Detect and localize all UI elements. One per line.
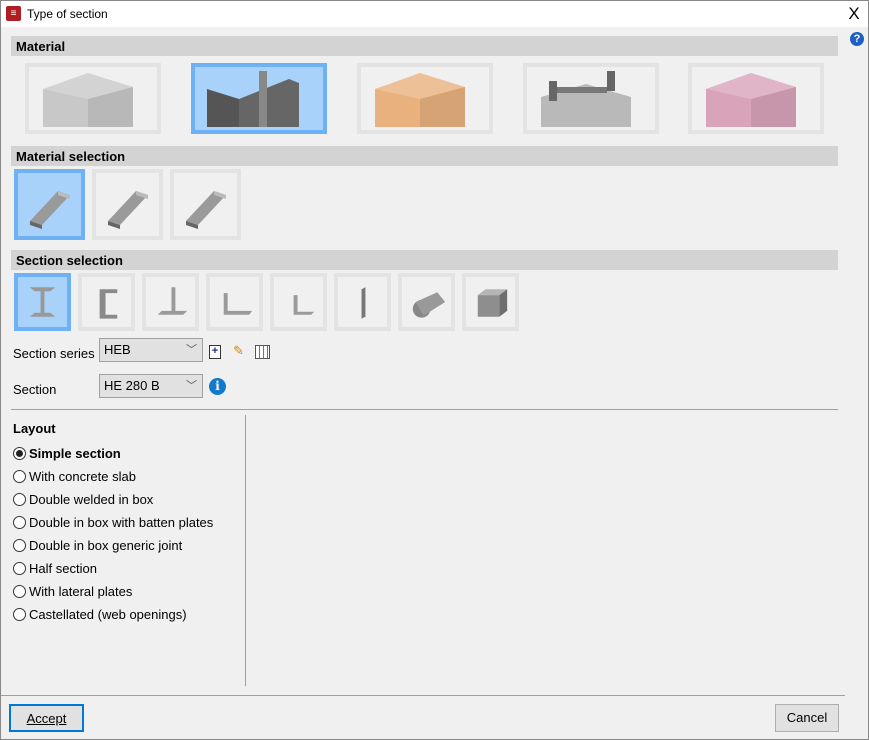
divider xyxy=(11,409,838,410)
concrete-material-icon xyxy=(33,69,153,130)
title-bar xyxy=(1,1,868,27)
section-tee-tile[interactable] xyxy=(142,273,199,331)
layout-option-label: Double in box generic joint xyxy=(29,538,183,553)
radio-button[interactable] xyxy=(13,562,26,575)
layout-option-label: With concrete slab xyxy=(29,469,136,484)
layout-option[interactable]: With lateral plates xyxy=(13,580,213,603)
layout-option[interactable]: Double welded in box xyxy=(13,488,213,511)
app-icon: ≡ xyxy=(6,6,21,21)
close-button[interactable]: X xyxy=(843,3,865,25)
layout-option-label: Double in box with batten plates xyxy=(29,515,214,530)
i-section-icon xyxy=(29,287,56,317)
layout-option-label: Half section xyxy=(29,561,97,576)
section-small-angle-tile[interactable] xyxy=(270,273,327,331)
table-grid-icon[interactable] xyxy=(255,345,270,359)
window-title: Type of section xyxy=(27,7,108,21)
layout-title: Layout xyxy=(13,421,56,436)
section-i-section-tile[interactable] xyxy=(14,273,71,331)
footer-divider xyxy=(1,695,845,696)
material-header: Material xyxy=(11,36,838,56)
material-composite-tile[interactable] xyxy=(523,63,659,134)
angle-icon xyxy=(223,293,253,315)
section-round-bar-tile[interactable] xyxy=(398,273,455,331)
section-value: HE 280 B xyxy=(104,378,160,393)
layout-options: Simple section With concrete slab Double w… xyxy=(13,442,213,626)
help-icon[interactable]: ? xyxy=(850,32,864,46)
edit-pencil-icon[interactable]: ✎ xyxy=(233,343,244,359)
section-series-label: Section series xyxy=(13,346,95,361)
chevron-down-icon: ﹀ xyxy=(186,344,197,356)
tee-icon xyxy=(157,287,188,315)
radio-button[interactable] xyxy=(13,608,26,621)
layout-option-label: With lateral plates xyxy=(29,584,133,599)
plate-icon xyxy=(361,287,366,319)
rolled-beam-icon xyxy=(29,190,70,229)
material-selection-cold-formed-tile[interactable] xyxy=(170,169,241,240)
layout-option[interactable]: With concrete slab xyxy=(13,465,213,488)
cancel-button[interactable]: Cancel xyxy=(775,704,839,732)
layout-option[interactable]: Double in box generic joint xyxy=(13,534,213,557)
layout-option-label: Double welded in box xyxy=(29,492,154,507)
radio-button[interactable] xyxy=(13,470,26,483)
info-icon[interactable]: i xyxy=(209,378,226,395)
material-steel-tile[interactable] xyxy=(191,63,327,134)
section-label: Section xyxy=(13,382,57,397)
material-timber-tile[interactable] xyxy=(357,63,493,134)
layout-option[interactable]: Castellated (web openings) xyxy=(13,603,213,626)
section-box-tile[interactable] xyxy=(462,273,519,331)
accept-label: Accept xyxy=(26,711,67,726)
welded-beam-icon xyxy=(107,190,148,229)
radio-button[interactable] xyxy=(13,539,26,552)
section-angle-tile[interactable] xyxy=(206,273,263,331)
material-selection-welded-tile[interactable] xyxy=(92,169,163,240)
channel-icon xyxy=(99,289,118,319)
composite-material-icon xyxy=(531,69,651,130)
radio-button[interactable] xyxy=(13,493,26,506)
section-selection-header: Section selection xyxy=(11,250,838,270)
layout-option-label: Castellated (web openings) xyxy=(29,607,187,622)
section-select[interactable]: HE 280 B ﹀ xyxy=(99,374,203,398)
radio-button[interactable] xyxy=(13,516,26,529)
cold-formed-beam-icon xyxy=(185,190,226,229)
layout-option[interactable]: Double in box with batten plates xyxy=(13,511,213,534)
layout-option[interactable]: Simple section xyxy=(13,442,213,465)
steel-material-icon xyxy=(199,69,319,130)
material-concrete-tile[interactable] xyxy=(25,63,161,134)
radio-button[interactable] xyxy=(13,447,26,460)
section-plate-tile[interactable] xyxy=(334,273,391,331)
radio-button[interactable] xyxy=(13,585,26,598)
layout-option-label: Simple section xyxy=(29,446,121,461)
timber-material-icon xyxy=(365,69,485,130)
material-selection-rolled-tile[interactable] xyxy=(14,169,85,240)
section-series-value: HEB xyxy=(104,342,131,357)
new-series-icon[interactable]: + xyxy=(209,345,221,359)
small-angle-icon xyxy=(293,295,315,315)
chevron-down-icon: ﹀ xyxy=(186,380,197,392)
generic-material-icon xyxy=(696,69,816,130)
divider-vertical xyxy=(245,415,246,686)
box-icon xyxy=(477,289,508,317)
accept-button[interactable]: Accept xyxy=(9,704,84,732)
layout-option[interactable]: Half section xyxy=(13,557,213,580)
section-channel-tile[interactable] xyxy=(78,273,135,331)
round-bar-icon xyxy=(412,292,446,318)
section-series-select[interactable]: HEB ﹀ xyxy=(99,338,203,362)
material-generic-tile[interactable] xyxy=(688,63,824,134)
material-selection-header: Material selection xyxy=(11,146,838,166)
